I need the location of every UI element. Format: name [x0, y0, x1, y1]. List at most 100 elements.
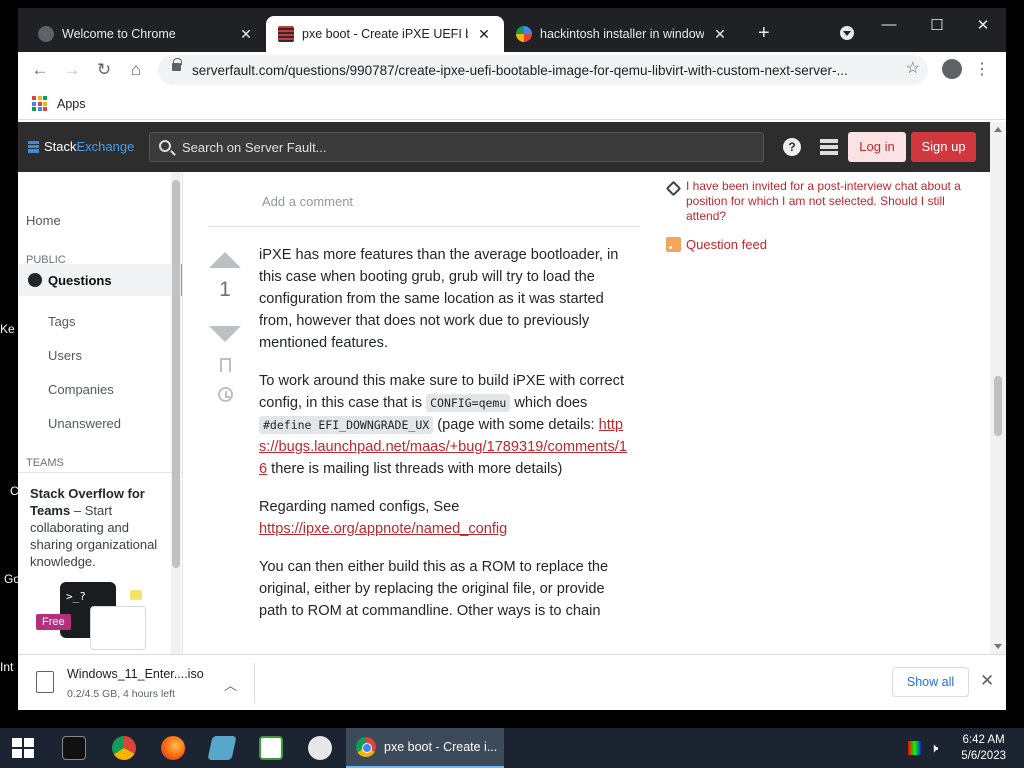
page-scrollbar[interactable] — [990, 122, 1006, 654]
chrome-favicon-icon — [38, 26, 54, 42]
download-bar: Windows_11_Enter....iso 0.2/4.5 GB, 4 ho… — [18, 654, 1006, 710]
lock-icon[interactable] — [172, 58, 182, 71]
forward-icon[interactable]: → — [62, 60, 82, 80]
firefox-taskbar-icon[interactable] — [161, 736, 185, 760]
download-status: 0.2/4.5 GB, 4 hours left — [67, 688, 175, 700]
question-feed-label: Question feed — [686, 237, 767, 252]
vote-count: 1 — [219, 278, 231, 301]
bookmark-star-icon[interactable]: ☆ — [906, 58, 920, 78]
apps-icon[interactable] — [32, 96, 47, 111]
desktop-icon-label[interactable]: Ke — [0, 322, 15, 336]
upvote-icon[interactable] — [209, 252, 241, 268]
tab-search-icon[interactable] — [840, 26, 854, 40]
menu-icon[interactable]: ⋮ — [974, 59, 990, 79]
bookmark-icon[interactable] — [220, 358, 231, 372]
hot-network-question-link[interactable]: I have been invited for a post-interview… — [686, 179, 966, 224]
download-filename[interactable]: Windows_11_Enter....iso — [67, 667, 204, 681]
maximize-icon[interactable]: ☐ — [914, 16, 960, 34]
google-favicon-icon — [516, 26, 532, 42]
active-window-title: pxe boot - Create i... — [384, 740, 498, 754]
divider — [208, 226, 640, 227]
site-switcher-icon[interactable] — [820, 139, 838, 155]
nav-section-teams: TEAMS — [26, 457, 64, 469]
speaker-muted-icon[interactable]: 🕨 — [930, 741, 944, 755]
minimize-icon[interactable]: — — [866, 16, 912, 33]
hot-question-icon — [665, 180, 682, 197]
windows-start-icon[interactable] — [12, 738, 34, 758]
add-comment-link[interactable]: Add a comment — [262, 194, 353, 209]
nav-unanswered[interactable]: Unanswered — [48, 416, 121, 431]
window-close-icon[interactable]: ✕ — [960, 16, 1006, 34]
close-icon[interactable]: ✕ — [238, 26, 254, 43]
downvote-icon[interactable] — [209, 326, 241, 342]
close-icon[interactable]: ✕ — [712, 26, 728, 43]
windows-taskbar: pxe boot - Create i... 🕨 6:42 AM 5/6/202… — [0, 728, 1024, 768]
left-sidebar: Home PUBLIC Questions Tags Users Compani… — [18, 172, 183, 654]
chat-bubble-icon — [130, 590, 142, 600]
bookmarks-bar: Apps — [18, 88, 1006, 120]
sidebar-scrollbar[interactable] — [171, 172, 181, 654]
reload-icon[interactable]: ↻ — [94, 60, 114, 80]
stackexchange-logo-icon — [28, 140, 39, 153]
notepad-taskbar-icon[interactable] — [207, 736, 237, 760]
nav-questions[interactable]: Questions — [18, 264, 182, 296]
stackexchange-topbar: Stack Exchange Search on Server Fault... … — [18, 122, 1006, 172]
teams-illustration: >_? Free — [30, 582, 171, 652]
home-icon[interactable]: ⌂ — [126, 60, 146, 80]
inline-code: CONFIG=qemu — [426, 394, 511, 412]
apps-bookmark[interactable]: Apps — [57, 97, 86, 111]
tab-pxe-boot[interactable]: pxe boot - Create iPXE UEFI boot ✕ — [266, 16, 504, 52]
spreadsheet-taskbar-icon[interactable] — [259, 736, 283, 760]
search-icon — [159, 140, 171, 152]
logo-text: Exchange — [76, 139, 135, 154]
address-bar[interactable]: serverfault.com/questions/990787/create-… — [158, 55, 928, 85]
clock[interactable]: 6:42 AM 5/6/2023 — [961, 732, 1006, 764]
chevron-up-icon[interactable]: ︿ — [224, 675, 237, 694]
terminal-taskbar-icon[interactable] — [62, 736, 86, 760]
close-icon[interactable]: ✕ — [476, 26, 492, 43]
nav-tags[interactable]: Tags — [48, 314, 75, 329]
answer-text: there is mailing list threads with more … — [267, 461, 563, 477]
tab-title: hackintosh installer in windows - — [540, 27, 704, 41]
nav-users[interactable]: Users — [48, 348, 82, 363]
back-icon[interactable]: ← — [30, 60, 50, 80]
tab-title: pxe boot - Create iPXE UEFI boot — [302, 27, 468, 41]
login-button[interactable]: Log in — [848, 132, 906, 162]
answer-text: which does — [510, 395, 588, 411]
nav-questions-label: Questions — [48, 272, 112, 288]
new-tab-icon[interactable]: + — [758, 22, 770, 45]
chrome-taskbar-icon[interactable] — [112, 736, 136, 760]
question-feed-link[interactable]: Question feed — [666, 237, 767, 252]
answer-text: Regarding named configs, See — [259, 499, 460, 515]
answer-paragraph: Regarding named configs, See https://ipx… — [259, 496, 631, 540]
rss-icon — [666, 237, 681, 252]
tab-bar: Welcome to Chrome ✕ pxe boot - Create iP… — [18, 8, 1006, 52]
clock-time: 6:42 AM — [962, 734, 1005, 746]
help-icon[interactable]: ? — [783, 138, 801, 156]
stackexchange-logo[interactable]: Stack Exchange — [28, 139, 134, 154]
tab-hackintosh[interactable]: hackintosh installer in windows - ✕ — [504, 16, 740, 52]
color-app-tray-icon[interactable] — [908, 741, 922, 755]
paint-taskbar-icon[interactable] — [308, 736, 332, 760]
chrome-window: Welcome to Chrome ✕ pxe boot - Create iP… — [18, 8, 1006, 710]
tab-title: Welcome to Chrome — [62, 27, 176, 41]
show-all-button[interactable]: Show all — [892, 667, 969, 697]
ipxe-named-config-link[interactable]: https://ipxe.org/appnote/named_config — [259, 521, 507, 537]
active-chrome-window[interactable]: pxe boot - Create i... — [346, 728, 504, 768]
card-illustration — [90, 606, 146, 650]
nav-companies[interactable]: Companies — [48, 382, 114, 397]
profile-avatar-icon[interactable] — [942, 59, 962, 79]
browser-toolbar: ← → ↻ ⌂ serverfault.com/questions/990787… — [18, 52, 1006, 88]
signup-button[interactable]: Sign up — [911, 132, 976, 162]
answer-area: Add a comment 1 iPXE has more features t… — [183, 172, 643, 654]
site-search-input[interactable]: Search on Server Fault... — [149, 132, 764, 162]
clock-date: 5/6/2023 — [961, 750, 1006, 762]
tab-welcome[interactable]: Welcome to Chrome ✕ — [26, 16, 266, 52]
answer-body: iPXE has more features than the average … — [259, 244, 631, 638]
history-icon[interactable] — [218, 387, 233, 402]
nav-home[interactable]: Home — [26, 213, 61, 228]
search-placeholder: Search on Server Fault... — [182, 139, 327, 155]
url-text: serverfault.com/questions/990787/create-… — [192, 62, 848, 78]
close-download-bar-icon[interactable]: ✕ — [980, 671, 994, 691]
desktop-icon-label[interactable]: Int — [0, 660, 13, 674]
